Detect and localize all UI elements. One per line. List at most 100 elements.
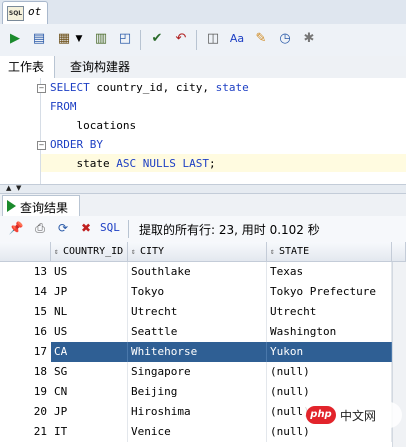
cell-country-id[interactable]: JP — [51, 402, 128, 422]
code-line[interactable]: SELECT country_id, city, state — [50, 78, 249, 97]
cell-city[interactable]: Singapore — [128, 362, 267, 382]
history-icon[interactable]: ◷ — [276, 30, 294, 48]
cell-country-id[interactable]: NL — [51, 302, 128, 322]
sql-tuning-icon[interactable]: ◰ — [116, 30, 134, 48]
explain-plan-icon[interactable]: ▥ — [92, 30, 110, 48]
table-row[interactable]: 15 NL Utrecht Utrecht — [0, 302, 392, 322]
sql-text: ; — [208, 157, 216, 170]
cell-city[interactable]: Beijing — [128, 382, 267, 402]
editor-mode-tabs: 工作表 查询构建器 — [0, 56, 406, 79]
sql-keyword: ORDER BY — [50, 138, 103, 151]
rollback-icon[interactable]: ↶ — [172, 30, 190, 48]
to-upper-icon[interactable]: Aa — [228, 30, 246, 48]
cancel-icon[interactable]: ✖ — [78, 220, 94, 236]
cell-city[interactable]: Venice — [128, 422, 267, 442]
watermark-text: 中文网 — [340, 409, 377, 423]
cell-city[interactable]: Southlake — [128, 262, 267, 282]
cell-country-id[interactable]: US — [51, 322, 128, 342]
document-tab[interactable]: SQL ot — [2, 1, 48, 24]
table-row[interactable]: 17 CA Whitehorse Yukon — [0, 342, 392, 362]
collapse-up-icon[interactable]: ▲ — [6, 185, 11, 192]
column-header-state[interactable]: ⇕ STATE — [267, 242, 392, 262]
cell-city[interactable]: Whitehorse — [128, 342, 267, 362]
cell-country-id[interactable]: CN — [51, 382, 128, 402]
toolbar-separator — [128, 220, 129, 238]
row-number: 15 — [33, 305, 47, 318]
row-number: 20 — [33, 405, 47, 418]
document-tab-label: ot — [28, 5, 42, 18]
worksheet-toolbar: ▶ ▤ ▦ ▼ ▥ ◰ ✔ ↶ ◫ Aa ✎ ◷ ✱ — [0, 24, 406, 57]
cell-city[interactable]: Hiroshima — [128, 402, 267, 422]
row-number: 16 — [33, 325, 47, 338]
sql-text: country_id, city, — [89, 81, 216, 94]
document-tab-bar: SQL ot — [0, 0, 406, 25]
sql-button[interactable]: SQL — [100, 221, 120, 234]
code-line[interactable]: locations — [50, 116, 136, 135]
tab-query-builder[interactable]: 查询构建器 — [66, 56, 130, 78]
refresh-icon[interactable]: ⟳ — [55, 220, 71, 236]
sql-editor[interactable]: − − SELECT country_id, city, state FROM l… — [0, 78, 406, 184]
sql-keyword: ASC NULLS LAST — [116, 157, 209, 170]
cell-country-id[interactable]: US — [51, 262, 128, 282]
table-row[interactable]: 14 JP Tokyo Tokyo Prefecture — [0, 282, 392, 302]
column-header-country-id[interactable]: ⇕ COUNTRY_ID — [51, 242, 128, 262]
chevron-down-icon[interactable]: ▼ — [74, 30, 84, 48]
toolbar-separator — [196, 30, 197, 50]
tab-query-result[interactable]: 查询结果 — [2, 195, 80, 217]
table-row[interactable]: 18 SG Singapore (null) — [0, 362, 392, 382]
cell-city[interactable]: Utrecht — [128, 302, 267, 322]
tab-worksheet[interactable]: 工作表 — [0, 56, 55, 78]
sort-icon[interactable]: ⇕ — [270, 242, 275, 262]
cell-state[interactable]: Utrecht — [267, 302, 392, 322]
pane-splitter[interactable]: ▲ ▼ — [0, 184, 406, 194]
collapse-down-icon[interactable]: ▼ — [16, 185, 21, 192]
row-number: 14 — [33, 285, 47, 298]
sort-icon[interactable]: ⇕ — [54, 242, 59, 262]
table-row[interactable]: 16 US Seattle Washington — [0, 322, 392, 342]
results-toolbar: 📌 ⎙ ⟳ ✖ SQL 提取的所有行: 23, 用时 0.102 秒 — [0, 216, 406, 243]
sort-icon[interactable]: ⇕ — [131, 242, 136, 262]
code-line[interactable]: FROM — [50, 97, 77, 116]
run-statement-icon[interactable]: ▶ — [6, 30, 24, 48]
cell-country-id[interactable]: IT — [51, 422, 128, 442]
fold-icon[interactable]: − — [37, 141, 46, 150]
clear-icon[interactable]: ✎ — [252, 30, 270, 48]
run-script-icon[interactable]: ▤ — [30, 30, 48, 48]
unshared-sql-icon[interactable]: ◫ — [204, 30, 222, 48]
cell-state[interactable]: Washington — [267, 322, 392, 342]
cell-country-id[interactable]: SG — [51, 362, 128, 382]
play-icon — [7, 200, 16, 212]
header-corner — [392, 242, 406, 262]
fold-icon[interactable]: − — [37, 84, 46, 93]
autotrace-icon[interactable]: ▦ — [55, 30, 73, 48]
results-tab-bar: 查询结果 — [0, 194, 406, 217]
table-row[interactable]: 13 US Southlake Texas — [0, 262, 392, 282]
code-line[interactable]: ORDER BY — [50, 135, 103, 154]
row-number: 19 — [33, 385, 47, 398]
cell-state[interactable]: (null) — [267, 382, 392, 402]
cell-city[interactable]: Seattle — [128, 322, 267, 342]
cell-state[interactable]: Tokyo Prefecture — [267, 282, 392, 302]
row-number: 13 — [33, 265, 47, 278]
settings-icon[interactable]: ✱ — [300, 30, 318, 48]
line-gutter — [0, 78, 41, 184]
cell-state[interactable]: Texas — [267, 262, 392, 282]
toolbar-separator — [140, 30, 141, 50]
print-icon[interactable]: ⎙ — [32, 220, 48, 236]
cell-country-id[interactable]: JP — [51, 282, 128, 302]
watermark: php 中文网 — [302, 402, 402, 428]
cell-state[interactable]: (null) — [267, 362, 392, 382]
row-number: 18 — [33, 365, 47, 378]
table-row[interactable]: 19 CN Beijing (null) — [0, 382, 392, 402]
cell-city[interactable]: Tokyo — [128, 282, 267, 302]
commit-icon[interactable]: ✔ — [148, 30, 166, 48]
sql-file-icon: SQL — [7, 6, 24, 21]
pin-icon[interactable]: 📌 — [8, 220, 24, 236]
code-line[interactable]: state ASC NULLS LAST; — [50, 154, 216, 173]
sql-keyword: FROM — [50, 100, 77, 113]
sql-text: state — [50, 157, 117, 170]
php-logo: php — [306, 406, 336, 424]
column-header-city[interactable]: ⇕ CITY — [128, 242, 267, 262]
cell-country-id[interactable]: CA — [51, 342, 128, 362]
cell-state[interactable]: Yukon — [267, 342, 392, 362]
